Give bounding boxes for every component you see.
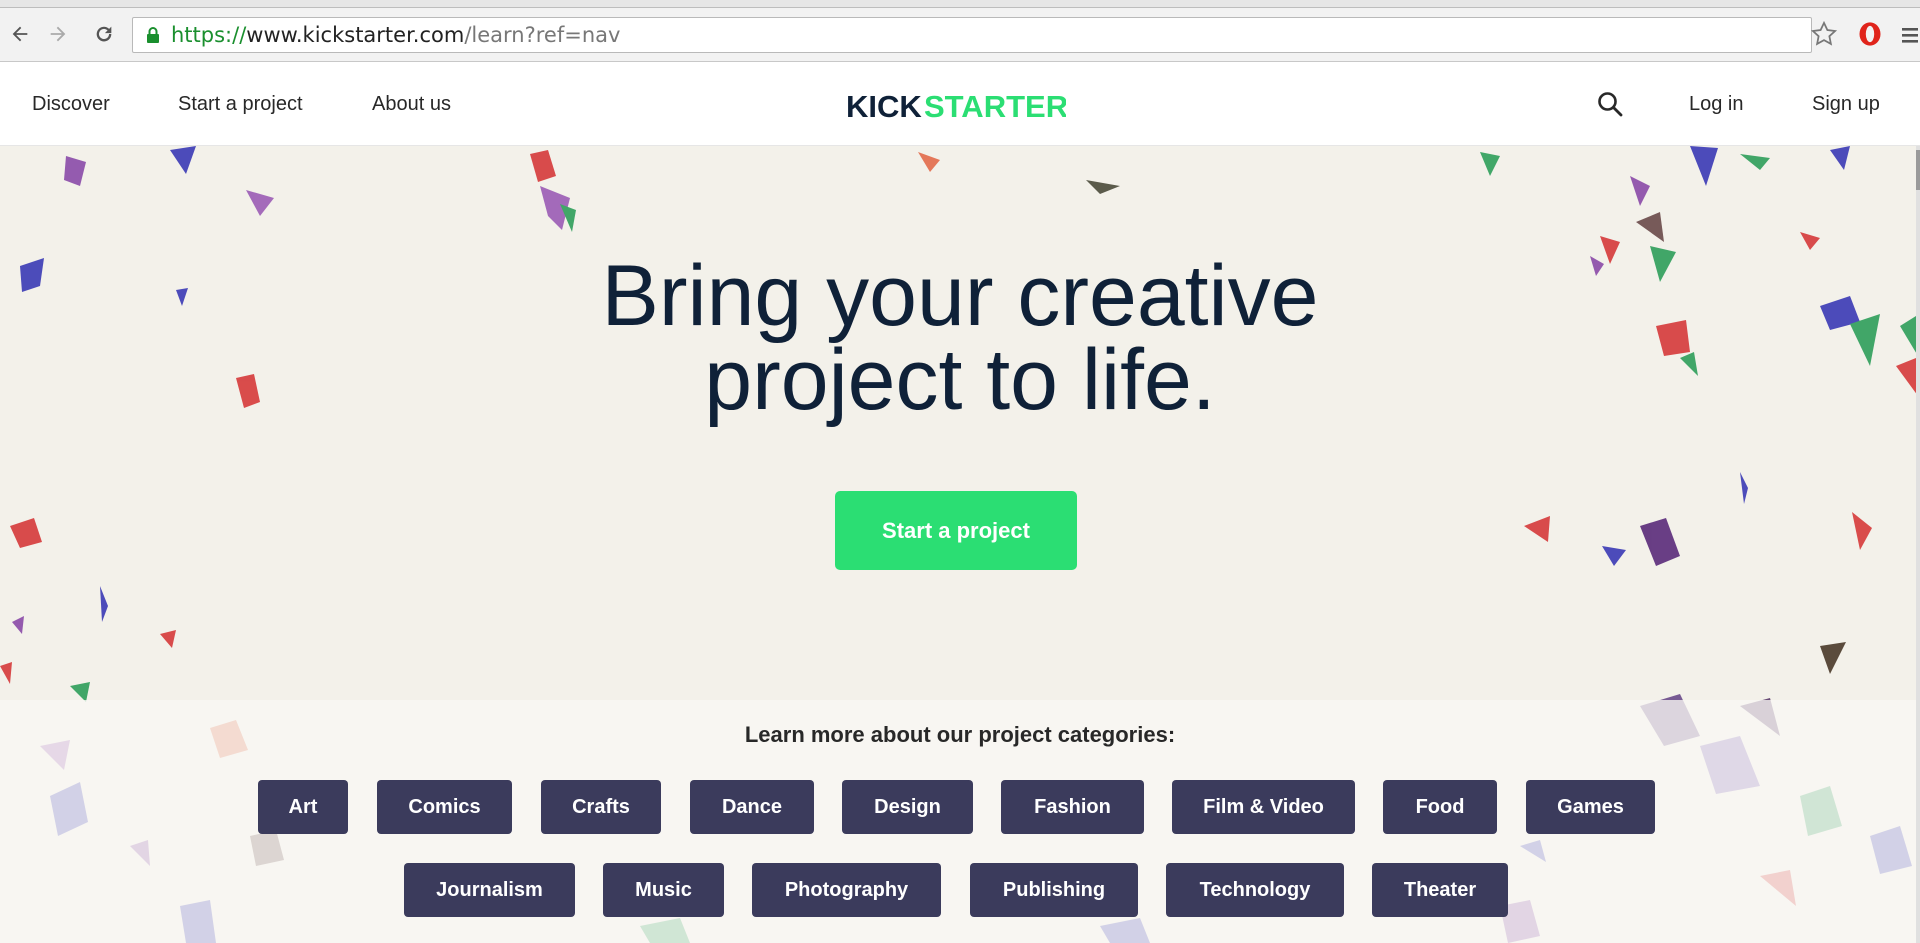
category-row-2: Journalism Music Photography Publishing … [0, 863, 1920, 917]
menu-icon[interactable] [1900, 24, 1920, 46]
category-design[interactable]: Design [842, 780, 973, 834]
nav-log-in[interactable]: Log in [1689, 62, 1744, 146]
scrollbar-thumb[interactable] [1916, 150, 1920, 190]
opera-icon[interactable] [1856, 20, 1884, 48]
nav-discover[interactable]: Discover [32, 62, 110, 146]
category-crafts[interactable]: Crafts [541, 780, 661, 834]
nav-sign-up[interactable]: Sign up [1812, 62, 1880, 146]
browser-toolbar: https://www.kickstarter.com/learn?ref=na… [0, 0, 1920, 62]
tab-strip [0, 0, 1920, 8]
hero-headline-line1: Bring your creative [601, 248, 1319, 344]
back-icon[interactable] [6, 20, 34, 48]
category-technology[interactable]: Technology [1166, 863, 1344, 917]
hero-section: Bring your creative project to life. Sta… [0, 146, 1920, 943]
hero-headline: Bring your creative project to life. [460, 248, 1460, 428]
star-icon[interactable] [1810, 20, 1838, 48]
categories-heading: Learn more about our project categories: [744, 722, 1176, 747]
forward-icon[interactable] [44, 20, 72, 48]
kickstarter-logo[interactable]: KICK STARTER [846, 89, 1066, 123]
categories-panel: Learn more about our project categories:… [0, 700, 1920, 943]
category-art[interactable]: Art [258, 780, 348, 834]
scrollbar-track[interactable] [1916, 146, 1920, 943]
category-music[interactable]: Music [603, 863, 724, 917]
category-journalism[interactable]: Journalism [404, 863, 575, 917]
category-row-1: Art Comics Crafts Dance Design Fashion F… [0, 780, 1920, 834]
category-photography[interactable]: Photography [752, 863, 941, 917]
category-theater[interactable]: Theater [1372, 863, 1508, 917]
reload-icon[interactable] [90, 20, 118, 48]
category-food[interactable]: Food [1383, 780, 1497, 834]
hero-headline-line2: project to life. [704, 332, 1216, 428]
lock-icon [147, 27, 159, 43]
site-header: Discover Start a project About us KICK S… [0, 62, 1920, 146]
logo-part2: STARTER [924, 89, 1066, 123]
category-fashion[interactable]: Fashion [1001, 780, 1144, 834]
nav-start-project[interactable]: Start a project [178, 62, 303, 146]
start-project-button[interactable]: Start a project [835, 491, 1077, 570]
url-text: https://www.kickstarter.com/learn?ref=na… [171, 23, 621, 47]
nav-about-us[interactable]: About us [372, 62, 451, 146]
category-games[interactable]: Games [1526, 780, 1655, 834]
category-comics[interactable]: Comics [377, 780, 512, 834]
address-bar[interactable]: https://www.kickstarter.com/learn?ref=na… [132, 17, 1812, 53]
category-publishing[interactable]: Publishing [970, 863, 1138, 917]
search-icon[interactable] [1596, 90, 1624, 118]
logo-part1: KICK [846, 89, 922, 123]
category-dance[interactable]: Dance [690, 780, 814, 834]
category-film-video[interactable]: Film & Video [1172, 780, 1355, 834]
